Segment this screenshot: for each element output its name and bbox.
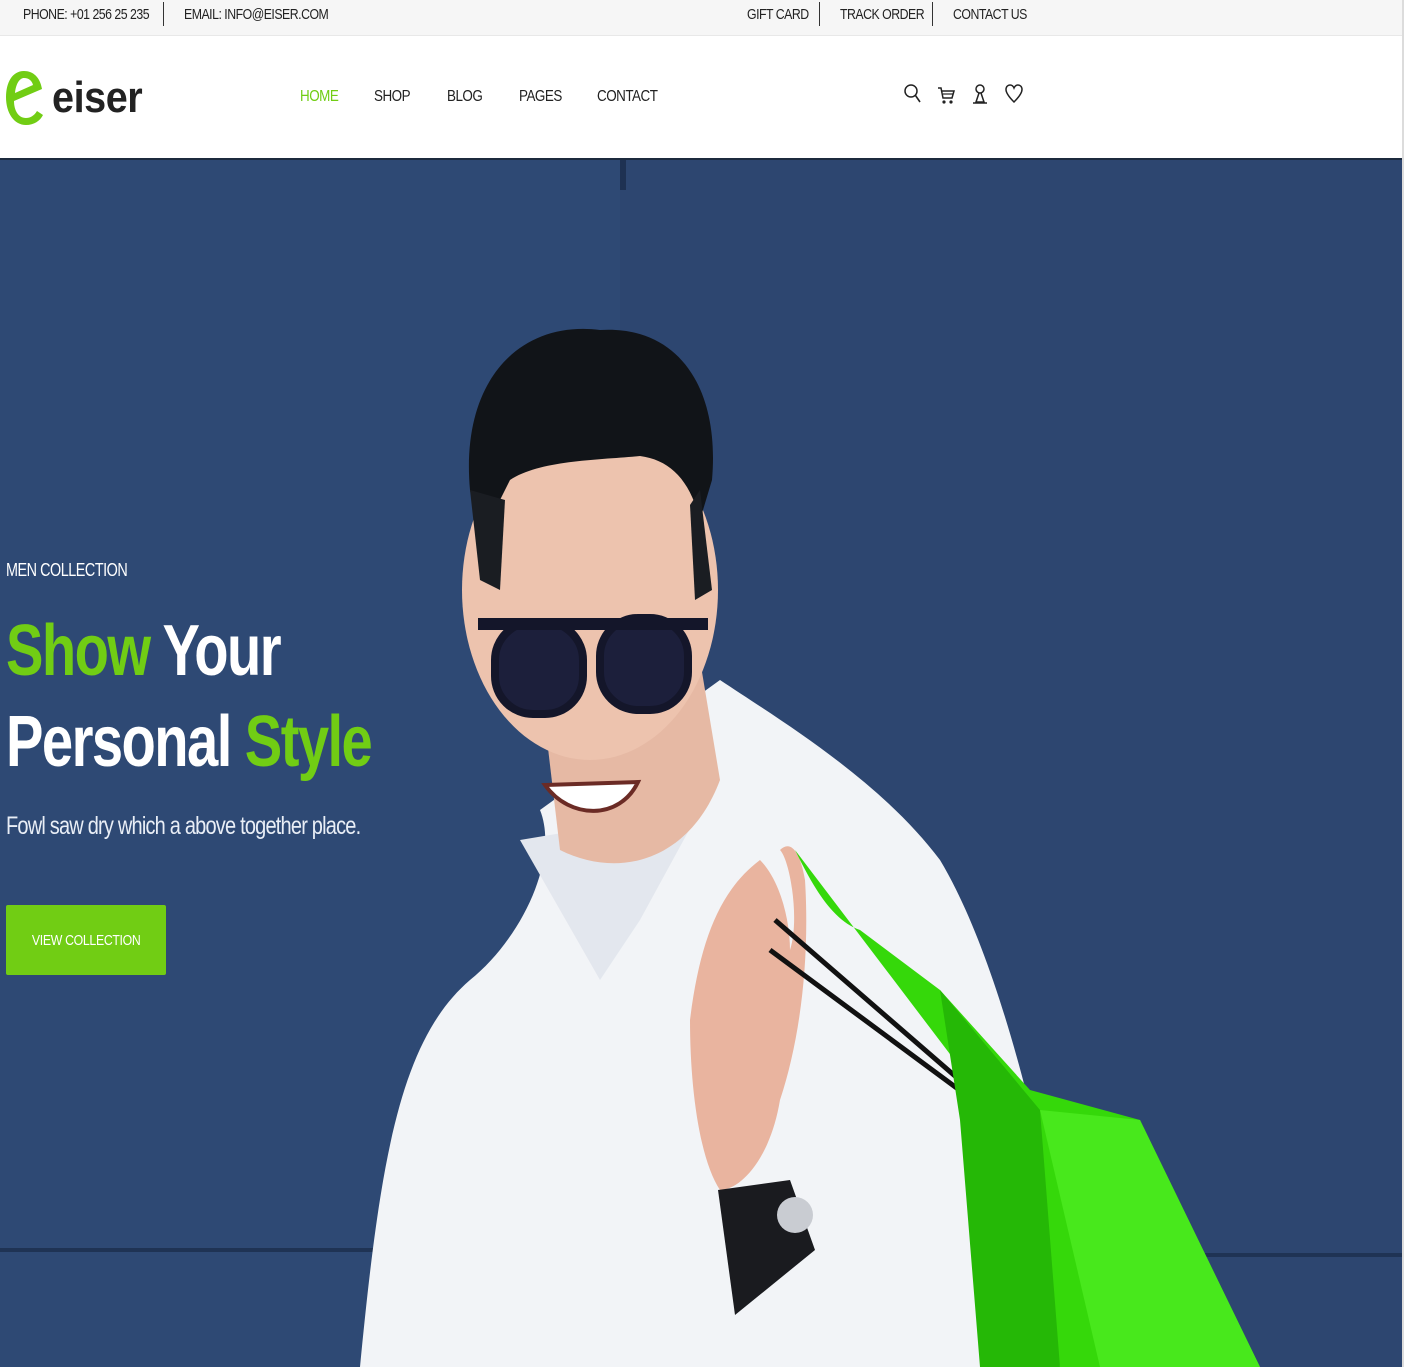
nav-pages[interactable]: PAGES	[519, 88, 585, 110]
view-collection-button[interactable]: VIEW COLLECTION	[6, 905, 166, 975]
nav-shop[interactable]: SHOP	[374, 88, 435, 110]
hero-title-word: Your	[162, 611, 282, 691]
brand-logo[interactable]: eiser	[4, 66, 152, 130]
hero-title-line-2: Personal Style	[6, 706, 373, 778]
top-bar: PHONE: +01 256 25 235 EMAIL: INFO@EISER.…	[0, 0, 1404, 36]
hero-title-word: Style	[244, 702, 373, 782]
nav-blog[interactable]: BLOG	[447, 88, 507, 110]
divider	[163, 2, 164, 26]
logo-e-icon	[6, 71, 43, 125]
main-nav: HOME SHOP BLOG PAGES CONTACT	[300, 88, 669, 110]
email-text: EMAIL: INFO@EISER.COM	[184, 5, 329, 23]
view-collection-label: VIEW COLLECTION	[31, 931, 141, 949]
header-icons	[903, 82, 1023, 106]
site-header: eiser HOME SHOP BLOG PAGES CONTACT	[0, 36, 1404, 160]
cart-icon[interactable]	[937, 82, 955, 106]
hero-title-word: Show	[6, 611, 151, 691]
phone-text: PHONE: +01 256 25 235	[23, 5, 150, 23]
hero-subtitle: Fowl saw dry which a above together plac…	[6, 812, 361, 840]
hero-banner: MEN COLLECTION Show Your Personal Style …	[0, 160, 1402, 1367]
heart-icon[interactable]	[1005, 82, 1023, 106]
hero-title-line-1: Show Your	[6, 615, 282, 687]
user-icon[interactable]	[971, 82, 989, 106]
gift-card-link[interactable]: GIFT CARD	[747, 6, 809, 23]
contact-us-link[interactable]: CONTACT US	[953, 6, 1027, 23]
top-links: GIFT CARD TRACK ORDER CONTACT US	[747, 0, 1043, 28]
nav-contact[interactable]: CONTACT	[597, 88, 658, 110]
hero-kicker: MEN COLLECTION	[6, 560, 128, 580]
brand-name: eiser	[52, 73, 143, 122]
contact-info: PHONE: +01 256 25 235 EMAIL: INFO@EISER.…	[23, 0, 360, 28]
divider	[932, 2, 933, 26]
nav-home[interactable]: HOME	[300, 88, 362, 110]
track-order-link[interactable]: TRACK ORDER	[840, 6, 925, 23]
hero-title-word: Personal	[6, 702, 232, 782]
divider	[819, 2, 820, 26]
search-icon[interactable]	[903, 82, 921, 106]
